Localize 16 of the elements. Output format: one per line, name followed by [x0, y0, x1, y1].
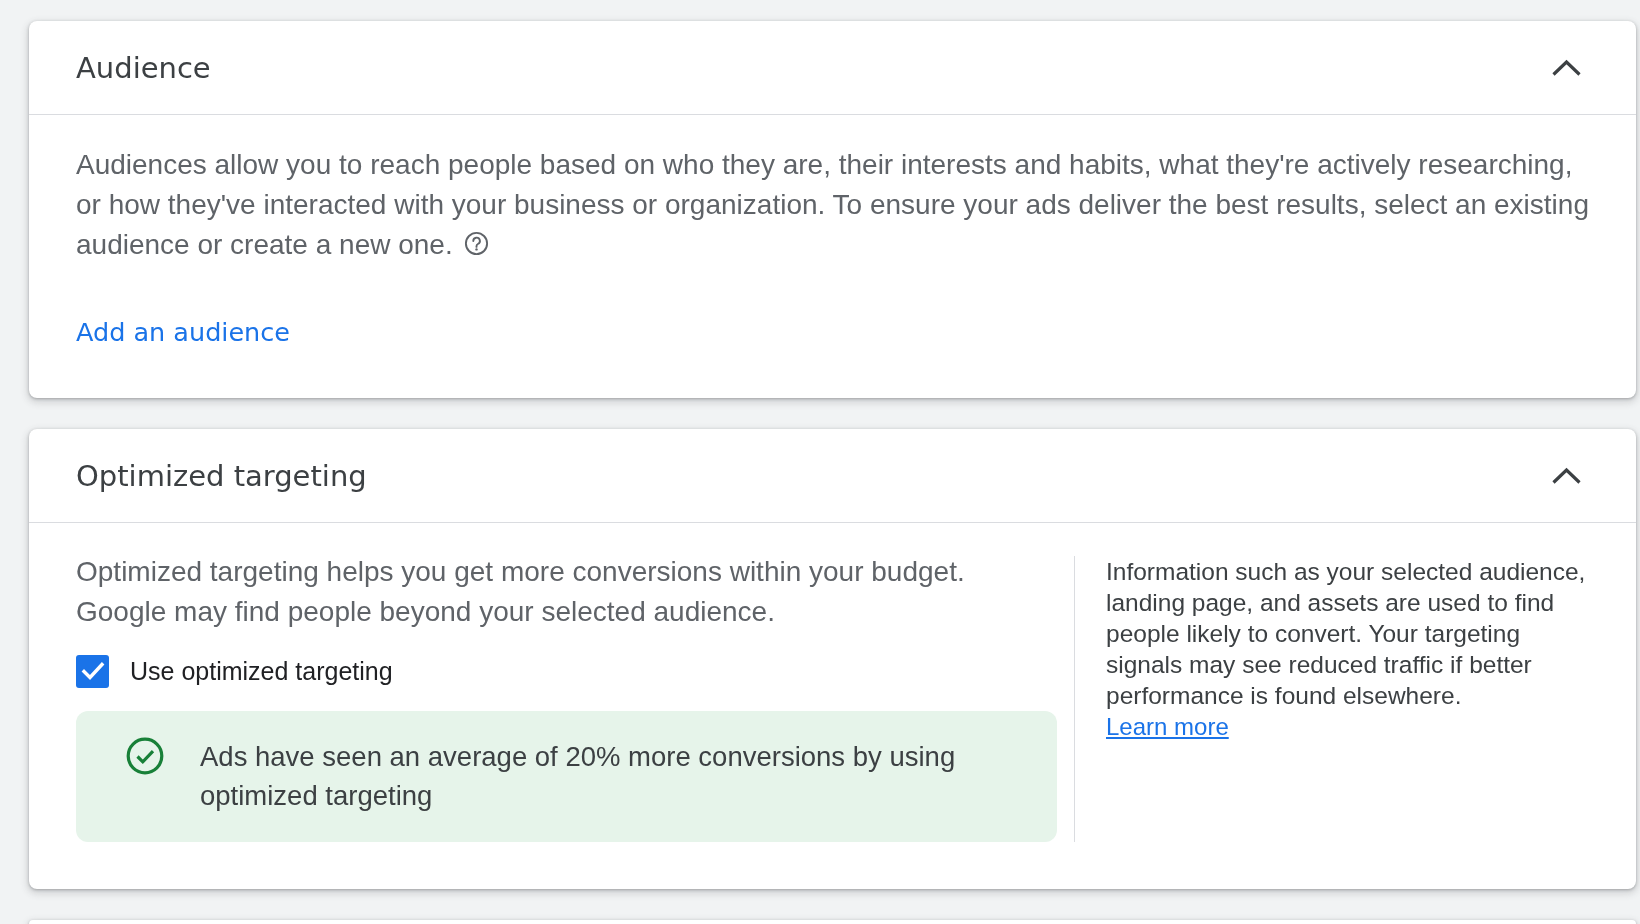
- help-icon[interactable]: [463, 231, 489, 256]
- chevron-up-icon: [1551, 58, 1582, 77]
- help-text: Information such as your selected audience, landing page, and assets are used to find people likely to convert. Your targeting signals may see reduced traffic if better performance is found elsewhere.: [1106, 557, 1587, 711]
- check-circle-icon: [126, 737, 164, 775]
- chevron-up-icon: [1551, 466, 1582, 485]
- learn-more-link[interactable]: Learn more: [1106, 711, 1229, 742]
- section-title: Optimized targeting: [76, 457, 367, 494]
- collapse-button[interactable]: [1551, 58, 1582, 77]
- collapse-button[interactable]: [1551, 466, 1582, 485]
- checkbox[interactable]: [76, 654, 109, 688]
- add-audience-link[interactable]: Add an audience: [76, 312, 290, 352]
- section-description: Optimized targeting helps you get more conversions within your budget. Google may find people beyond your selected audience.: [76, 555, 966, 629]
- section-description: Audiences allow you to reach people based on who they are, their interests and habits, what they're actively researching, or how they've interacted with your business or organization. To ensure your ads deliver the best results, select an existing audience or create a new one.: [76, 148, 1590, 262]
- checkbox-label[interactable]: Use optimized targeting: [130, 655, 393, 687]
- section-title: Audience: [76, 49, 211, 86]
- banner-text: Ads have seen an average of 20% more conversions by using optimized targeting: [200, 740, 957, 813]
